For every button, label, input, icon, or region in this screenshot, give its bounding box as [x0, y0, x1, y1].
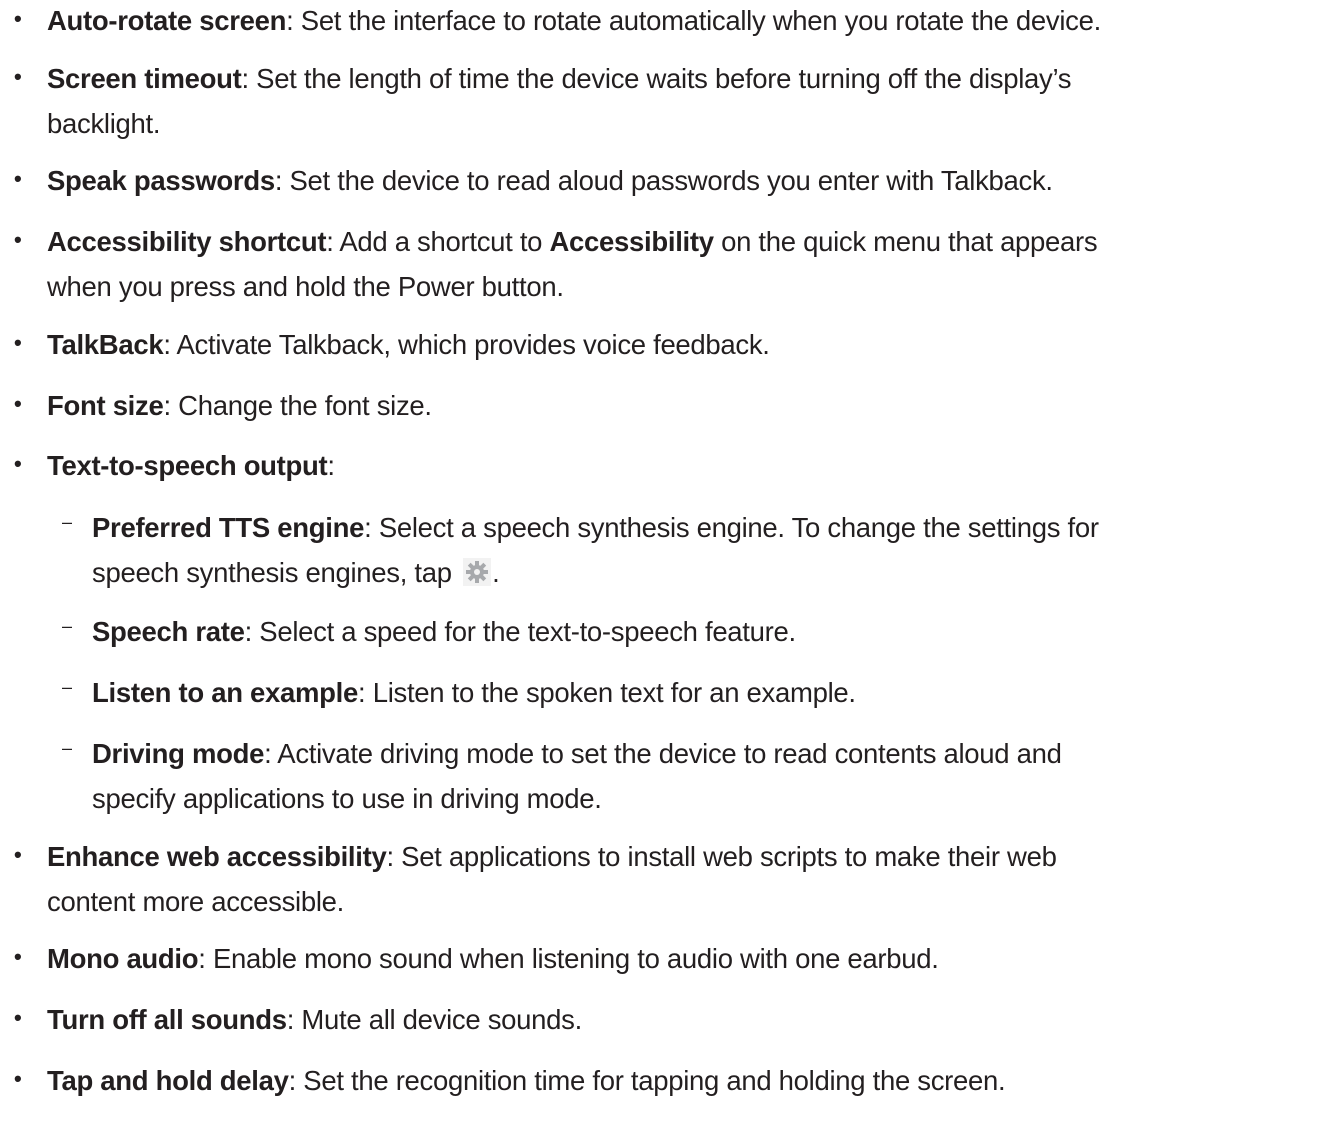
item-term: Speak passwords	[47, 165, 275, 196]
item-text-continued: specify applications to use in driving m…	[92, 783, 602, 814]
item-term: Preferred TTS engine	[92, 512, 365, 543]
list-item-continuation: backlight.	[47, 103, 160, 145]
item-term: Auto-rotate screen	[47, 5, 287, 36]
bullet-marker: •	[14, 842, 22, 867]
bullet-marker: •	[14, 64, 22, 89]
list-item-speak-passwords: Speak passwords: Set the device to read …	[47, 160, 1053, 202]
sub-item-continuation: specify applications to use in driving m…	[92, 778, 602, 820]
list-item-continuation: content more accessible.	[47, 881, 344, 923]
item-term: Listen to an example	[92, 677, 359, 708]
item-term: TalkBack	[47, 329, 164, 360]
list-item-tap-and-hold-delay: Tap and hold delay: Set the recognition …	[47, 1060, 1006, 1102]
item-text: : Select a speech synthesis engine. To c…	[364, 512, 1099, 543]
item-term: Turn off all sounds	[47, 1004, 287, 1035]
sub-item-driving-mode: Driving mode: Activate driving mode to s…	[92, 733, 1062, 775]
item-text: : Activate Talkback, which provides voic…	[163, 329, 770, 360]
bullet-marker: •	[14, 1005, 22, 1030]
list-item-text-to-speech-output: Text-to-speech output:	[47, 445, 335, 487]
item-text: : Add a shortcut to	[326, 226, 550, 257]
item-text: : Set applications to install web script…	[386, 841, 1057, 872]
item-text: :	[327, 450, 335, 481]
list-item-turn-off-all-sounds: Turn off all sounds: Mute all device sou…	[47, 999, 582, 1041]
list-item-mono-audio: Mono audio: Enable mono sound when liste…	[47, 938, 939, 980]
bullet-marker: •	[14, 391, 22, 416]
item-term: Screen timeout	[47, 63, 242, 94]
item-text: : Change the font size.	[163, 390, 432, 421]
dash-marker: –	[62, 738, 73, 758]
dash-marker: –	[62, 677, 73, 697]
bullet-marker: •	[14, 944, 22, 969]
dash-marker: –	[62, 512, 73, 532]
bullet-marker: •	[14, 6, 22, 31]
item-term: Mono audio	[47, 943, 199, 974]
list-item-accessibility-shortcut: Accessibility shortcut: Add a shortcut t…	[47, 221, 1098, 263]
item-text: : Set the length of time the device wait…	[241, 63, 1072, 94]
list-item-continuation: when you press and hold the Power button…	[47, 266, 564, 308]
bullet-marker: •	[14, 166, 22, 191]
sub-item-continuation: speech synthesis engines, tap .	[92, 552, 500, 594]
sub-item-listen-to-an-example: Listen to an example: Listen to the spok…	[92, 672, 856, 714]
item-text: : Select a speed for the text-to-speech …	[244, 616, 797, 647]
item-term: Driving mode	[92, 738, 265, 769]
item-term: Tap and hold delay	[47, 1065, 289, 1096]
item-text: : Set the device to read aloud passwords…	[274, 165, 1053, 196]
item-term-inline: Accessibility	[549, 226, 715, 257]
item-text: : Enable mono sound when listening to au…	[198, 943, 939, 974]
item-text: on the quick menu that appears	[713, 226, 1098, 257]
item-text: : Activate driving mode to set the devic…	[264, 738, 1062, 769]
list-item-font-size: Font size: Change the font size.	[47, 385, 432, 427]
item-term: Speech rate	[92, 616, 245, 647]
item-text-continued: speech synthesis engines, tap	[92, 557, 460, 588]
bullet-marker: •	[14, 1066, 22, 1091]
settings-document: • Auto-rotate screen: Set the interface …	[0, 0, 1339, 1126]
item-text-continued: content more accessible.	[47, 886, 344, 917]
item-text: : Set the recognition time for tapping a…	[288, 1065, 1006, 1096]
item-term: Font size	[47, 390, 164, 421]
item-text-end: .	[492, 557, 500, 588]
sub-item-speech-rate: Speech rate: Select a speed for the text…	[92, 611, 796, 653]
bullet-marker: •	[14, 330, 22, 355]
list-item-talkback: TalkBack: Activate Talkback, which provi…	[47, 324, 770, 366]
item-term: Accessibility shortcut	[47, 226, 327, 257]
list-item-enhance-web-accessibility: Enhance web accessibility: Set applicati…	[47, 836, 1057, 878]
sub-item-preferred-tts-engine: Preferred TTS engine: Select a speech sy…	[92, 507, 1099, 549]
item-text: : Mute all device sounds.	[286, 1004, 582, 1035]
item-text-continued: backlight.	[47, 108, 161, 139]
bullet-marker: •	[14, 227, 22, 252]
item-text-continued: when you press and hold the Power button…	[47, 271, 564, 302]
item-text: : Set the interface to rotate automatica…	[286, 5, 1101, 36]
dash-marker: –	[62, 616, 73, 636]
item-term: Text-to-speech output	[47, 450, 328, 481]
list-item-auto-rotate-screen: Auto-rotate screen: Set the interface to…	[47, 0, 1101, 42]
gear-icon	[463, 558, 492, 586]
item-term: Enhance web accessibility	[47, 841, 387, 872]
list-item-screen-timeout: Screen timeout: Set the length of time t…	[47, 58, 1072, 100]
item-text: : Listen to the spoken text for an examp…	[358, 677, 856, 708]
bullet-marker: •	[14, 451, 22, 476]
